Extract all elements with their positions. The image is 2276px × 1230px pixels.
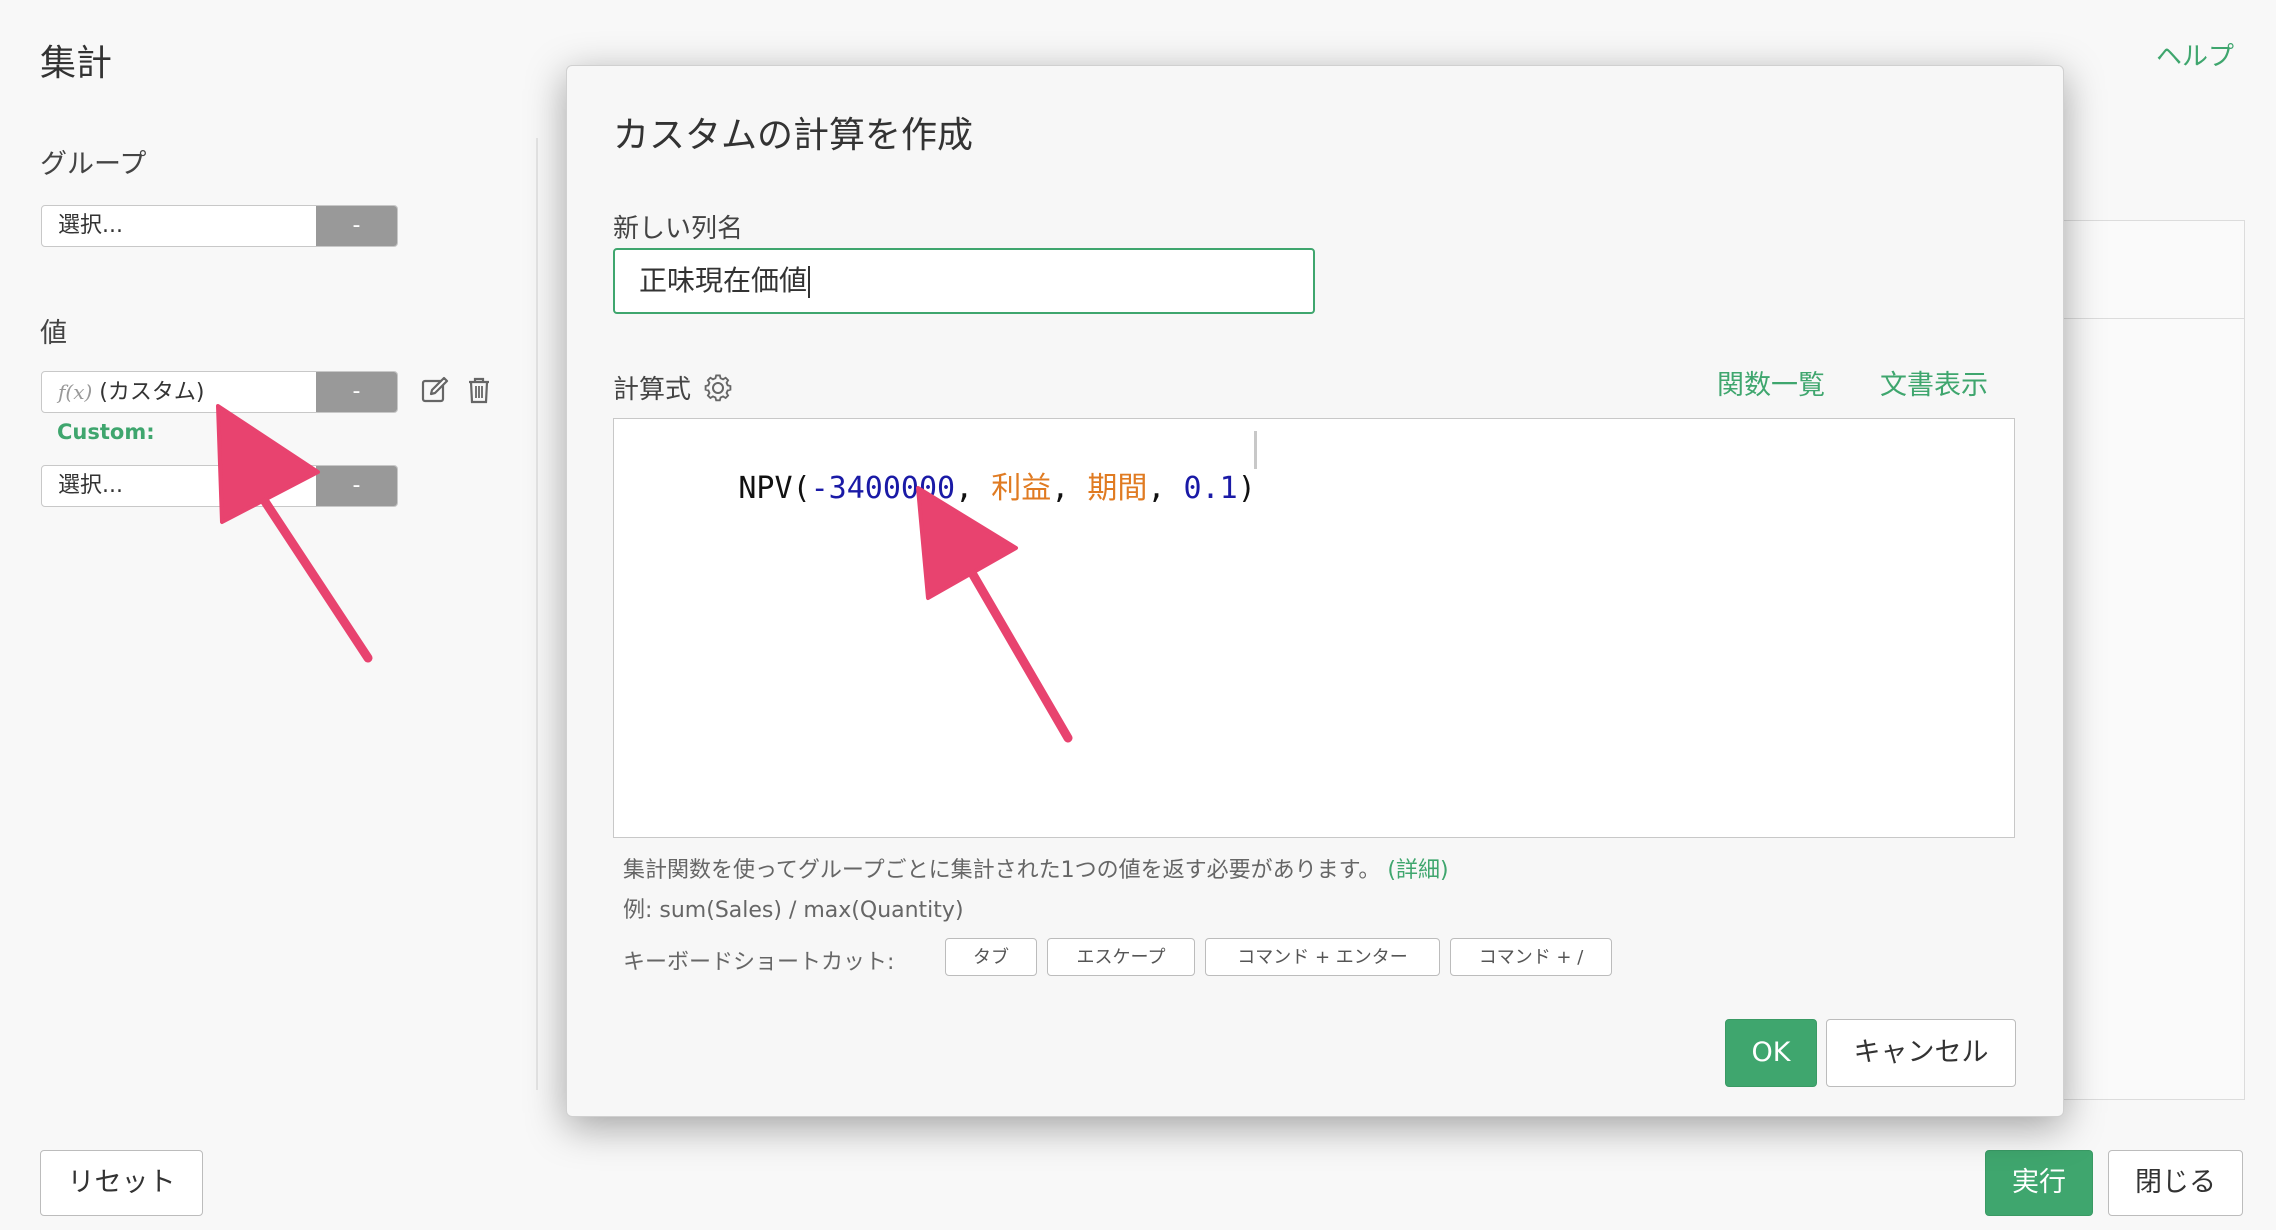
function-list-link[interactable]: 関数一覧 (1717, 363, 1825, 402)
group-select[interactable]: 選択... - (41, 205, 398, 247)
formula-token-comma: , (1051, 471, 1088, 506)
formula-header: 計算式 (613, 369, 733, 406)
preview-divider (2063, 318, 2245, 319)
cancel-button[interactable]: キャンセル (1826, 1019, 2016, 1087)
help-link[interactable]: ヘルプ (2156, 36, 2234, 73)
formula-editor[interactable]: NPV(-3400000, 利益, 期間, 0.1) (613, 418, 2015, 838)
shortcut-cmd-enter: コマンド + エンター (1205, 938, 1440, 976)
hint-text: 集計関数を使ってグループごとに集計された1つの値を返す必要があります。 (623, 858, 1381, 883)
trash-icon[interactable] (462, 373, 496, 407)
value-select-custom[interactable]: f(x) (カスタム) - (41, 371, 398, 413)
value-remove-button-2[interactable]: - (316, 466, 397, 506)
docs-link[interactable]: 文書表示 (1880, 363, 1988, 402)
formula-label: 計算式 (613, 375, 692, 405)
dialog-title: カスタムの計算を作成 (613, 115, 974, 156)
details-link[interactable]: (詳細) (1387, 858, 1448, 883)
formula-token-paren: ) (1237, 471, 1256, 506)
value-select-text: f(x) (カスタム) (42, 372, 316, 412)
formula-token-column: 利益 (991, 471, 1052, 506)
formula-token-paren: ( (792, 471, 811, 506)
custom-label: Custom: (57, 420, 155, 444)
formula-hint: 集計関数を使ってグループごとに集計された1つの値を返す必要があります。 (詳細) (623, 852, 1449, 884)
gear-icon[interactable] (703, 373, 733, 403)
editor-cursor (1254, 431, 1257, 469)
ok-button[interactable]: OK (1725, 1019, 1817, 1087)
shortcut-tab: タブ (945, 938, 1037, 976)
value-item-label: (カスタム) (99, 380, 205, 405)
shortcut-escape: エスケープ (1047, 938, 1195, 976)
arrow-to-custom-value (216, 404, 373, 663)
group-remove-button[interactable]: - (316, 206, 397, 246)
group-select-text: 選択... (58, 213, 123, 238)
shortcut-label: キーボードショートカット: (623, 950, 895, 975)
formula-token-comma: , (1147, 471, 1184, 506)
formula-token-number: -3400000 (810, 471, 956, 506)
fx-icon: f(x) (58, 380, 93, 404)
shortcut-list: タブ エスケープ コマンド + エンター コマンド + / (945, 938, 1645, 978)
custom-calculation-dialog: カスタムの計算を作成 新しい列名 正味現在価値 計算式 関数一覧 文書表示 NP… (566, 65, 2064, 1117)
formula-token-function: NPV (738, 471, 793, 506)
text-caret (808, 266, 811, 298)
column-name-label: 新しい列名 (613, 214, 744, 244)
formula-token-number: 0.1 (1183, 471, 1238, 506)
group-label: グループ (40, 149, 147, 180)
formula-example: 例: sum(Sales) / max(Quantity) (623, 898, 964, 923)
edit-icon[interactable] (418, 373, 452, 407)
column-name-value: 正味現在価値 (639, 264, 808, 297)
run-button[interactable]: 実行 (1985, 1150, 2093, 1216)
formula-token-column: 期間 (1087, 471, 1148, 506)
value-select[interactable]: 選択... - (41, 465, 398, 507)
formula-line: NPV(-3400000, 利益, 期間, 0.1) (630, 429, 1256, 549)
preview-area (2063, 220, 2245, 1100)
shortcut-cmd-slash: コマンド + / (1450, 938, 1612, 976)
page-title: 集計 (40, 43, 113, 84)
formula-token-comma: , (955, 471, 992, 506)
reset-button[interactable]: リセット (40, 1150, 203, 1216)
close-button[interactable]: 閉じる (2108, 1150, 2243, 1216)
column-name-input[interactable]: 正味現在価値 (613, 248, 1315, 314)
value-label: 値 (40, 318, 67, 349)
value-select2-text: 選択... (58, 473, 123, 498)
value-remove-button[interactable]: - (316, 372, 397, 412)
panel-divider (536, 138, 538, 1090)
